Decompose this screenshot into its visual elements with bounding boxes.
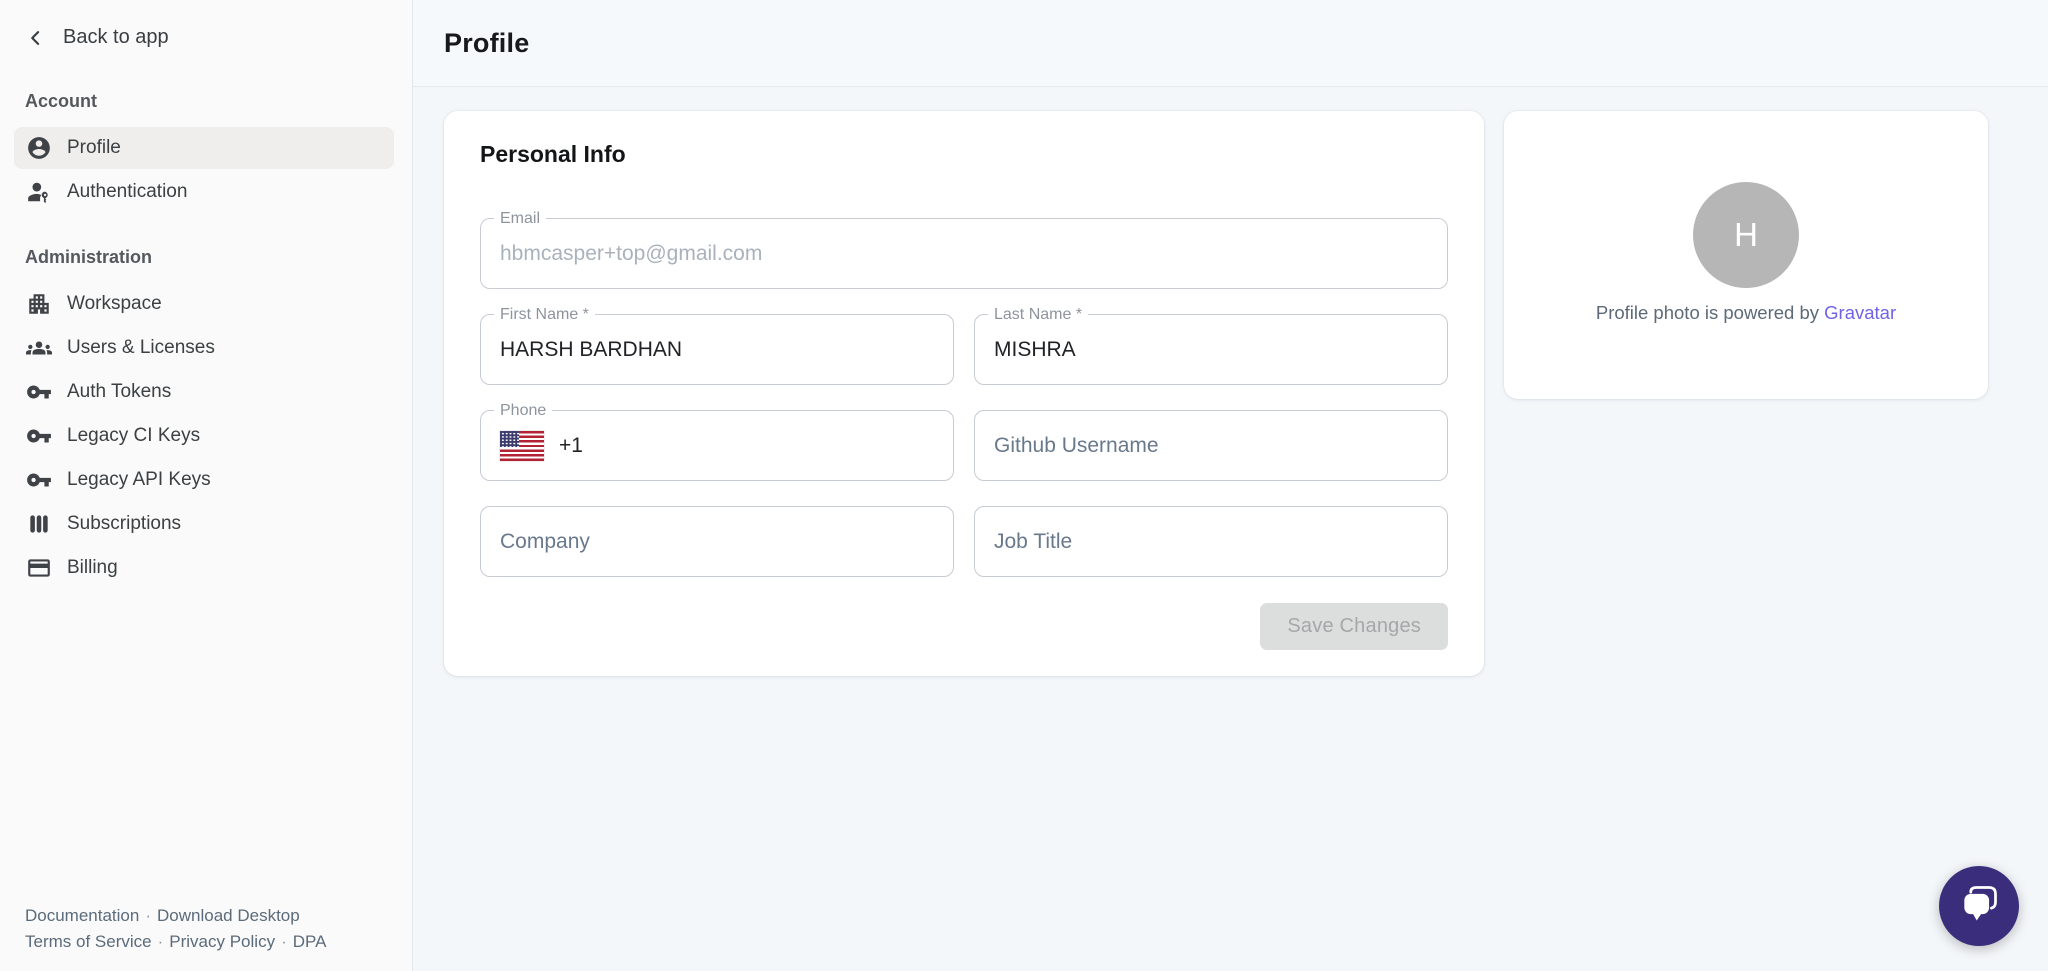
- company-field: [480, 506, 954, 577]
- sidebar-section-account: Account Profile Authentication: [0, 91, 412, 215]
- sidebar-item-label: Workspace: [67, 293, 162, 315]
- settings-sidebar: Back to app Account Profile Authenticati…: [0, 0, 413, 971]
- sidebar-item-label: Users & Licenses: [67, 337, 215, 359]
- save-changes-button[interactable]: Save Changes: [1260, 603, 1448, 650]
- download-desktop-link[interactable]: Download Desktop: [157, 906, 300, 925]
- sidebar-item-authentication[interactable]: Authentication: [14, 171, 394, 213]
- sidebar-section-administration: Administration Workspace Users & License…: [0, 247, 412, 591]
- personal-info-card: Personal Info Email First Name * Last Na…: [444, 111, 1484, 676]
- photo-caption-text: Profile photo is powered by: [1596, 302, 1819, 323]
- photo-caption: Profile photo is powered by Gravatar: [1596, 302, 1896, 324]
- app-root: Back to app Account Profile Authenticati…: [0, 0, 2048, 971]
- first-name-input[interactable]: [481, 315, 953, 384]
- footer-separator: ·: [152, 932, 170, 951]
- sidebar-item-auth-tokens[interactable]: Auth Tokens: [14, 371, 394, 413]
- github-username-field: [974, 410, 1448, 481]
- sidebar-item-workspace[interactable]: Workspace: [14, 283, 394, 325]
- profile-photo-card: H Profile photo is powered by Gravatar: [1504, 111, 1988, 399]
- phone-label: Phone: [494, 401, 552, 421]
- page-title: Profile: [444, 28, 529, 59]
- phone-field: Phone +1: [480, 410, 954, 481]
- page-header: Profile: [413, 0, 2048, 87]
- first-name-label: First Name *: [494, 305, 595, 325]
- chevron-left-icon: [26, 28, 46, 48]
- company-job-row: [480, 506, 1448, 577]
- content-area: Personal Info Email First Name * Last Na…: [413, 87, 2048, 971]
- sidebar-item-label: Billing: [67, 557, 118, 579]
- sidebar-item-label: Profile: [67, 137, 121, 159]
- documentation-link[interactable]: Documentation: [25, 906, 139, 925]
- job-title-field: [974, 506, 1448, 577]
- sidebar-item-label: Subscriptions: [67, 513, 181, 535]
- sidebar-item-label: Auth Tokens: [67, 381, 171, 403]
- chat-launcher-button[interactable]: [1939, 866, 2019, 946]
- email-label: Email: [494, 209, 546, 229]
- phone-github-row: Phone +1: [480, 410, 1448, 481]
- sidebar-item-legacy-ci-keys[interactable]: Legacy CI Keys: [14, 415, 394, 457]
- personal-info-title: Personal Info: [480, 141, 1448, 168]
- company-input[interactable]: [481, 507, 953, 576]
- github-username-input[interactable]: [975, 411, 1447, 480]
- phone-dial-code: +1: [559, 434, 583, 458]
- credit-card-icon: [26, 555, 52, 581]
- footer-row-2: Terms of Service·Privacy Policy·DPA: [25, 929, 412, 955]
- section-title-account: Account: [0, 91, 412, 112]
- footer-row-1: Documentation·Download Desktop: [25, 903, 412, 929]
- email-input[interactable]: [481, 219, 1447, 288]
- gravatar-link[interactable]: Gravatar: [1824, 302, 1896, 323]
- email-field: Email: [480, 218, 1448, 289]
- sidebar-item-subscriptions[interactable]: Subscriptions: [14, 503, 394, 545]
- key-icon: [26, 423, 52, 449]
- account-circle-icon: [26, 135, 52, 161]
- first-name-field: First Name *: [480, 314, 954, 385]
- section-title-administration: Administration: [0, 247, 412, 268]
- privacy-policy-link[interactable]: Privacy Policy: [169, 932, 275, 951]
- person-key-icon: [26, 179, 52, 205]
- sidebar-item-legacy-api-keys[interactable]: Legacy API Keys: [14, 459, 394, 501]
- sidebar-item-billing[interactable]: Billing: [14, 547, 394, 589]
- last-name-label: Last Name *: [988, 305, 1088, 325]
- footer-separator: ·: [275, 932, 293, 951]
- avatar-initial: H: [1734, 216, 1758, 254]
- key-icon: [26, 467, 52, 493]
- terms-of-service-link[interactable]: Terms of Service: [25, 932, 152, 951]
- building-icon: [26, 291, 52, 317]
- dpa-link[interactable]: DPA: [293, 932, 327, 951]
- sidebar-item-label: Authentication: [67, 181, 187, 203]
- main-area: Profile Personal Info Email First Name *…: [413, 0, 2048, 971]
- form-actions: Save Changes: [480, 603, 1448, 650]
- chat-bubble-icon: [1957, 882, 2001, 931]
- sidebar-item-profile[interactable]: Profile: [14, 127, 394, 169]
- users-group-icon: [26, 335, 52, 361]
- footer-separator: ·: [139, 906, 157, 925]
- sidebar-item-users-licenses[interactable]: Users & Licenses: [14, 327, 394, 369]
- last-name-field: Last Name *: [974, 314, 1448, 385]
- columns-icon: [26, 511, 52, 537]
- job-title-input[interactable]: [975, 507, 1447, 576]
- us-flag-country-selector[interactable]: [500, 431, 544, 461]
- back-to-app-button[interactable]: Back to app: [26, 26, 412, 49]
- sidebar-footer: Documentation·Download Desktop Terms of …: [0, 903, 412, 971]
- name-row: First Name * Last Name *: [480, 314, 1448, 385]
- sidebar-item-label: Legacy API Keys: [67, 469, 211, 491]
- back-to-app-label: Back to app: [63, 26, 169, 49]
- key-icon: [26, 379, 52, 405]
- sidebar-item-label: Legacy CI Keys: [67, 425, 200, 447]
- last-name-input[interactable]: [975, 315, 1447, 384]
- avatar: H: [1693, 182, 1799, 288]
- phone-input[interactable]: [583, 411, 953, 480]
